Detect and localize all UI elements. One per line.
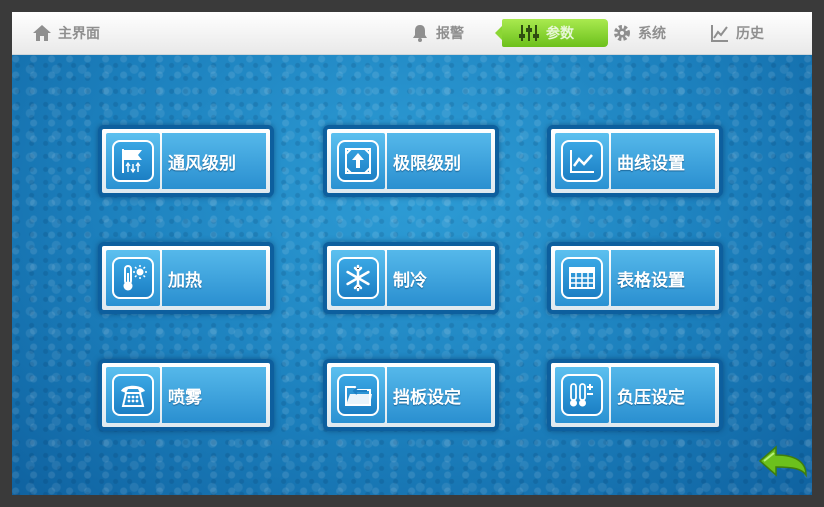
baffle-folder-icon: [337, 374, 379, 416]
tile-label: 喷雾: [168, 387, 202, 408]
return-arrow-icon: [758, 445, 807, 478]
spray-phone-icon: [112, 374, 154, 416]
nav-system-label: 系统: [638, 26, 666, 42]
top-nav-bar: 主界面 报警 参数 系统 历史: [12, 12, 812, 55]
nav-system[interactable]: 系统: [612, 21, 666, 45]
table-grid-icon: [561, 257, 603, 299]
nav-params[interactable]: 参数: [495, 19, 608, 47]
tile-label: 负压设定: [617, 387, 685, 408]
nav-alarm[interactable]: 报警: [410, 21, 464, 45]
sliders-icon: [519, 25, 539, 41]
gear-icon: [614, 25, 630, 41]
bell-icon: [413, 25, 427, 42]
thermometer-sun-icon: [112, 257, 154, 299]
tile-label: 曲线设置: [617, 153, 685, 174]
tile-label: 极限级别: [393, 153, 461, 174]
tile-label: 制冷: [393, 270, 427, 291]
nav-home-label: 主界面: [58, 26, 100, 42]
tile-table-settings[interactable]: 表格设置: [547, 242, 723, 314]
tile-cooling[interactable]: 制冷: [323, 242, 499, 314]
tile-label: 挡板设定: [393, 387, 461, 408]
nav-alarm-label: 报警: [436, 26, 464, 42]
ventilation-flag-icon: [112, 140, 154, 182]
curve-chart-icon: [561, 140, 603, 182]
snowflake-icon: [337, 257, 379, 299]
nav-history-label: 历史: [736, 26, 764, 42]
limit-arrows-icon: [337, 140, 379, 182]
nav-params-label: 参数: [546, 26, 574, 42]
thermometers-plus-minus-icon: [561, 374, 603, 416]
tile-label: 加热: [168, 270, 202, 291]
tile-heating[interactable]: 加热: [98, 242, 274, 314]
main-panel: 通风级别 极限级别 曲线设置 加热 制冷 表格设置 喷雾 挡板设定 负压设定: [12, 55, 812, 495]
back-button[interactable]: [758, 445, 810, 485]
tile-spray[interactable]: 喷雾: [98, 359, 274, 431]
tile-label: 通风级别: [168, 153, 236, 174]
tile-ventilation-level[interactable]: 通风级别: [98, 125, 274, 197]
tile-baffle-settings[interactable]: 挡板设定: [323, 359, 499, 431]
nav-home[interactable]: 主界面: [32, 21, 100, 45]
tile-label: 表格设置: [617, 270, 685, 291]
tile-curve-settings[interactable]: 曲线设置: [547, 125, 723, 197]
app-window: 主界面 报警 参数 系统 历史 通风级别 极限级别 曲线设置 加热 制冷 表格设…: [12, 12, 812, 495]
line-chart-icon: [711, 25, 728, 42]
nav-history[interactable]: 历史: [710, 21, 764, 45]
tile-limit-level[interactable]: 极限级别: [323, 125, 499, 197]
home-icon: [33, 25, 51, 41]
tile-negative-pressure[interactable]: 负压设定: [547, 359, 723, 431]
